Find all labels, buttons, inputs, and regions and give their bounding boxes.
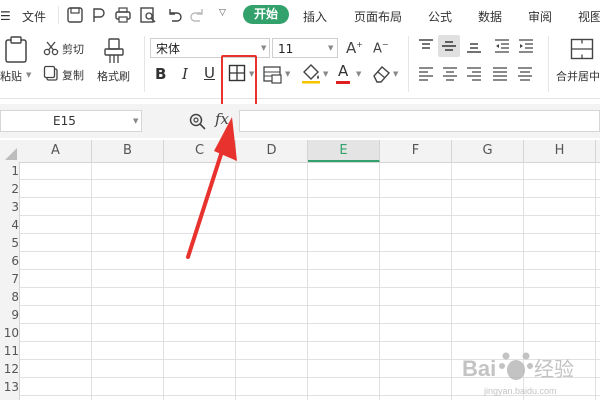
svg-text:jingyan.baidu.com: jingyan.baidu.com bbox=[483, 386, 557, 396]
print-preview-icon[interactable] bbox=[139, 6, 157, 24]
highlight-box bbox=[221, 55, 257, 108]
customize-dropdown-icon[interactable]: ▽ bbox=[219, 8, 226, 18]
tab-view[interactable]: 视图 bbox=[578, 8, 600, 25]
name-box[interactable]: E15 bbox=[0, 110, 142, 132]
align-top-icon[interactable] bbox=[418, 38, 434, 54]
indent-decrease-icon[interactable] bbox=[494, 38, 510, 54]
font-color-bar bbox=[336, 81, 350, 84]
formula-input[interactable] bbox=[239, 110, 600, 132]
paste-button[interactable]: 粘贴 bbox=[0, 68, 22, 84]
baidu-watermark: Bai 经验 jingyan.baidu.com bbox=[462, 352, 574, 396]
name-box-dropdown-icon[interactable]: ▼ bbox=[133, 117, 138, 125]
font-name-value: 宋体 bbox=[156, 42, 181, 56]
distributed-align-icon[interactable] bbox=[517, 66, 533, 82]
row-header-6[interactable]: 6 bbox=[0, 254, 20, 268]
tab-insert[interactable]: 插入 bbox=[303, 8, 327, 25]
copy-icon[interactable] bbox=[43, 65, 59, 81]
tab-formulas[interactable]: 公式 bbox=[428, 8, 452, 25]
fill-color-icon[interactable] bbox=[300, 62, 322, 84]
row-header-1[interactable]: 1 bbox=[0, 164, 20, 178]
scissors-icon[interactable] bbox=[43, 40, 59, 56]
column-header-F[interactable]: F bbox=[380, 140, 452, 162]
row-header-13[interactable]: 13 bbox=[0, 380, 20, 394]
align-right-icon[interactable] bbox=[466, 66, 482, 82]
font-color-dropdown-icon[interactable]: ▼ bbox=[356, 70, 361, 78]
print-icon[interactable] bbox=[114, 6, 132, 24]
align-left-icon[interactable] bbox=[418, 66, 434, 82]
paste-dropdown-icon[interactable]: ▼ bbox=[26, 71, 31, 79]
save-icon[interactable] bbox=[66, 6, 84, 24]
column-header-A[interactable]: A bbox=[20, 140, 92, 162]
svg-text:经验: 经验 bbox=[534, 357, 574, 381]
row-header-3[interactable]: 3 bbox=[0, 200, 20, 214]
column-header-G[interactable]: G bbox=[452, 140, 524, 162]
format-painter-button[interactable]: 格式刷 bbox=[97, 68, 130, 84]
row-header-11[interactable]: 11 bbox=[0, 344, 20, 358]
cut-button[interactable]: 剪切 bbox=[62, 41, 84, 57]
italic-button[interactable]: I bbox=[182, 65, 188, 83]
eraser-icon[interactable] bbox=[371, 62, 393, 84]
row-header-2[interactable]: 2 bbox=[0, 182, 20, 196]
file-menu[interactable]: 文件 bbox=[22, 8, 46, 25]
font-color-icon[interactable]: A bbox=[338, 62, 348, 80]
font-name-dropdown-icon[interactable]: ▼ bbox=[261, 44, 266, 52]
align-middle-icon bbox=[442, 41, 456, 51]
align-center-icon[interactable] bbox=[442, 66, 458, 82]
row-header-4[interactable]: 4 bbox=[0, 218, 20, 232]
name-box-value: E15 bbox=[53, 114, 76, 128]
indent-increase-icon[interactable] bbox=[518, 38, 534, 54]
fill-color-dropdown-icon[interactable]: ▼ bbox=[323, 70, 328, 78]
paste-icon[interactable] bbox=[3, 36, 29, 64]
row-header-8[interactable]: 8 bbox=[0, 290, 20, 304]
row-header-7[interactable]: 7 bbox=[0, 272, 20, 286]
redo-icon[interactable] bbox=[189, 6, 207, 24]
bold-button[interactable]: B bbox=[155, 65, 166, 83]
decrease-font-icon[interactable]: A− bbox=[373, 40, 389, 56]
cell-style-icon[interactable] bbox=[262, 63, 284, 85]
svg-text:Bai: Bai bbox=[462, 356, 496, 381]
hamburger-icon[interactable]: ☰ bbox=[0, 9, 11, 23]
tab-data[interactable]: 数据 bbox=[478, 8, 502, 25]
column-header-H[interactable]: H bbox=[524, 140, 596, 162]
row-header-9[interactable]: 9 bbox=[0, 308, 20, 322]
undo-icon[interactable] bbox=[165, 6, 183, 24]
cell-style-dropdown-icon[interactable]: ▼ bbox=[285, 70, 290, 78]
select-all-corner-icon[interactable] bbox=[5, 148, 17, 160]
merge-center-icon[interactable] bbox=[570, 38, 594, 60]
annotation-arrow bbox=[186, 117, 237, 259]
column-header-B[interactable]: B bbox=[92, 140, 164, 162]
column-header-E[interactable]: E bbox=[308, 140, 380, 162]
copy-button[interactable]: 复制 bbox=[62, 67, 84, 83]
justify-icon[interactable] bbox=[492, 66, 508, 82]
tab-page-layout[interactable]: 页面布局 bbox=[354, 8, 402, 25]
output-icon[interactable] bbox=[90, 6, 108, 24]
format-painter-icon[interactable] bbox=[103, 38, 125, 64]
align-bottom-icon[interactable] bbox=[466, 38, 482, 54]
row-header-10[interactable]: 10 bbox=[0, 326, 20, 340]
eraser-dropdown-icon[interactable]: ▼ bbox=[393, 70, 398, 78]
tab-start[interactable]: 开始 bbox=[243, 5, 289, 24]
font-size-value: 11 bbox=[278, 42, 294, 56]
underline-button[interactable]: U bbox=[204, 64, 215, 82]
font-size-dropdown-icon[interactable]: ▼ bbox=[328, 44, 333, 52]
increase-font-icon[interactable]: A+ bbox=[346, 39, 363, 57]
merge-center-button[interactable]: 合并居中 bbox=[556, 68, 600, 84]
tab-review[interactable]: 审阅 bbox=[528, 8, 552, 25]
row-header-5[interactable]: 5 bbox=[0, 236, 20, 250]
row-header-12[interactable]: 12 bbox=[0, 362, 20, 376]
